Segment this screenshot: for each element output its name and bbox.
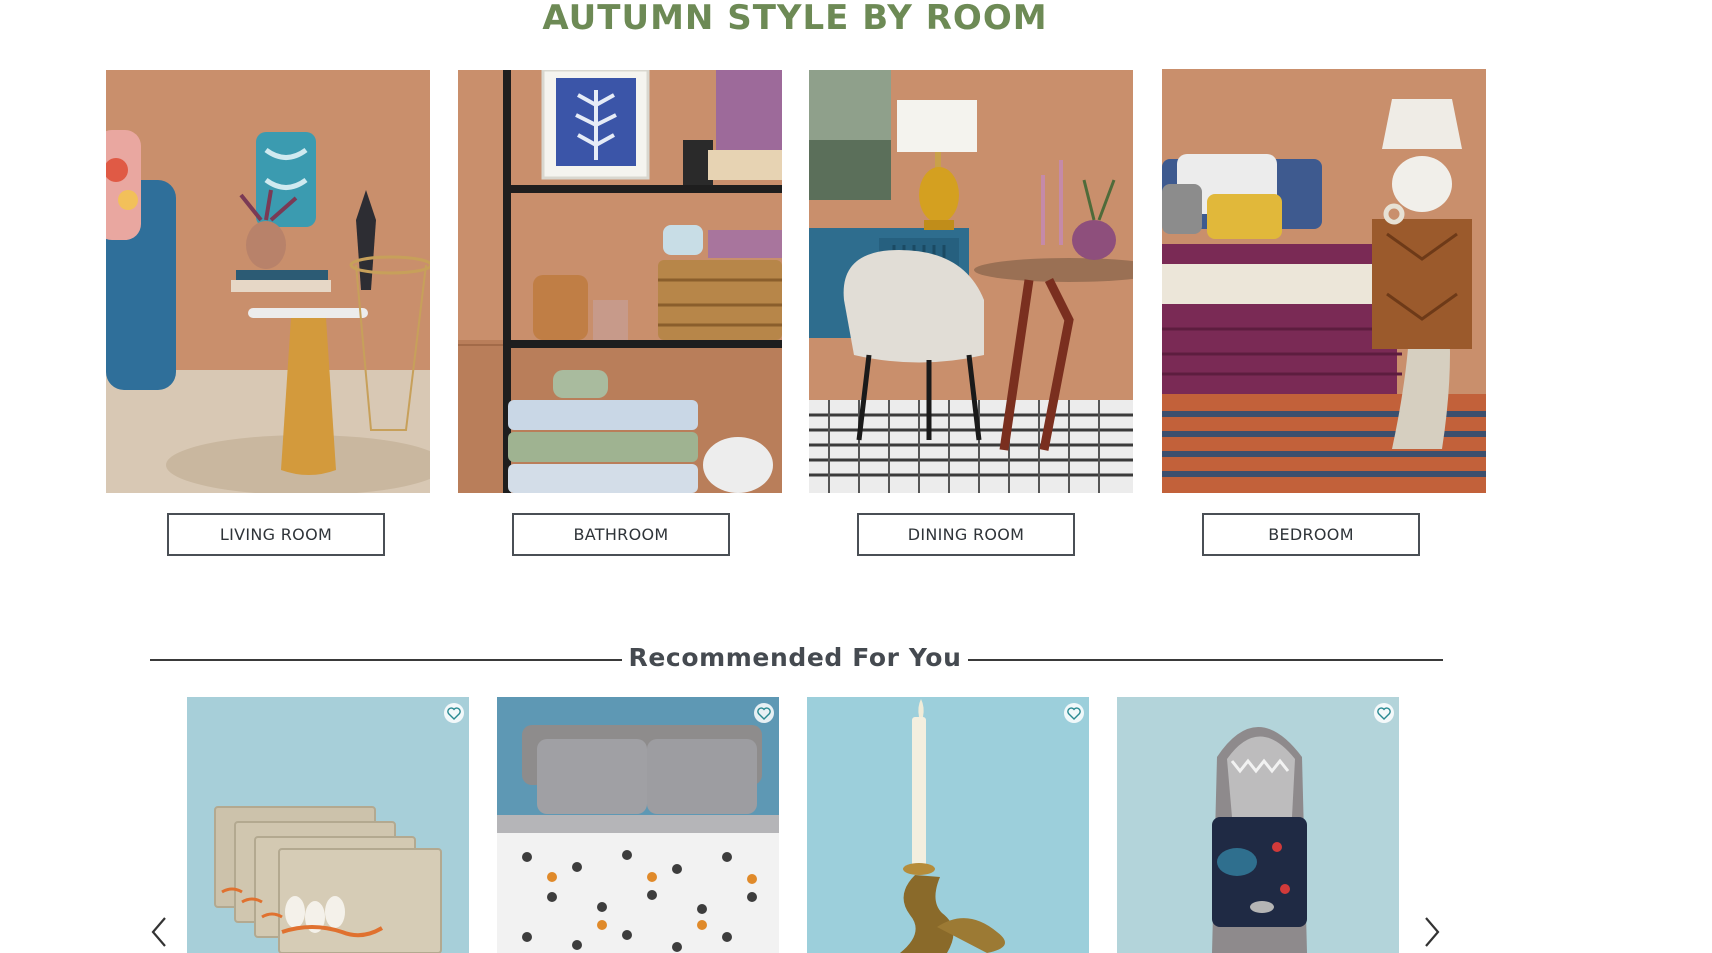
product-card[interactable] [497, 697, 779, 953]
heart-icon [447, 706, 461, 720]
room-image-dining-room[interactable] [809, 70, 1133, 493]
product-card[interactable] [807, 697, 1089, 953]
living-room-button[interactable]: LIVING ROOM [167, 513, 385, 556]
bathroom-button[interactable]: BATHROOM [512, 513, 730, 556]
wishlist-button[interactable] [1064, 703, 1084, 723]
recommended-title: Recommended For You [628, 643, 962, 672]
room-image-living-room[interactable] [106, 70, 430, 493]
carousel-prev-button[interactable] [145, 912, 173, 952]
heart-icon [1067, 706, 1081, 720]
page: AUTUMN STYLE BY ROOM LIVING ROOM BATHROO… [0, 0, 1712, 953]
product-card[interactable] [1117, 697, 1399, 953]
wishlist-button[interactable] [754, 703, 774, 723]
divider-left [150, 659, 622, 661]
carousel-next-button[interactable] [1418, 912, 1446, 952]
chevron-left-icon [151, 917, 166, 947]
room-image-bathroom[interactable] [458, 70, 782, 493]
wishlist-button[interactable] [444, 703, 464, 723]
room-image-bedroom[interactable] [1162, 69, 1486, 493]
wishlist-button[interactable] [1374, 703, 1394, 723]
product-card[interactable] [187, 697, 469, 953]
bedroom-button[interactable]: BEDROOM [1202, 513, 1420, 556]
divider-right [968, 659, 1443, 661]
dining-room-button[interactable]: DINING ROOM [857, 513, 1075, 556]
section-title: AUTUMN STYLE BY ROOM [542, 0, 1048, 38]
heart-icon [757, 706, 771, 720]
chevron-right-icon [1425, 917, 1440, 947]
heart-icon [1377, 706, 1391, 720]
